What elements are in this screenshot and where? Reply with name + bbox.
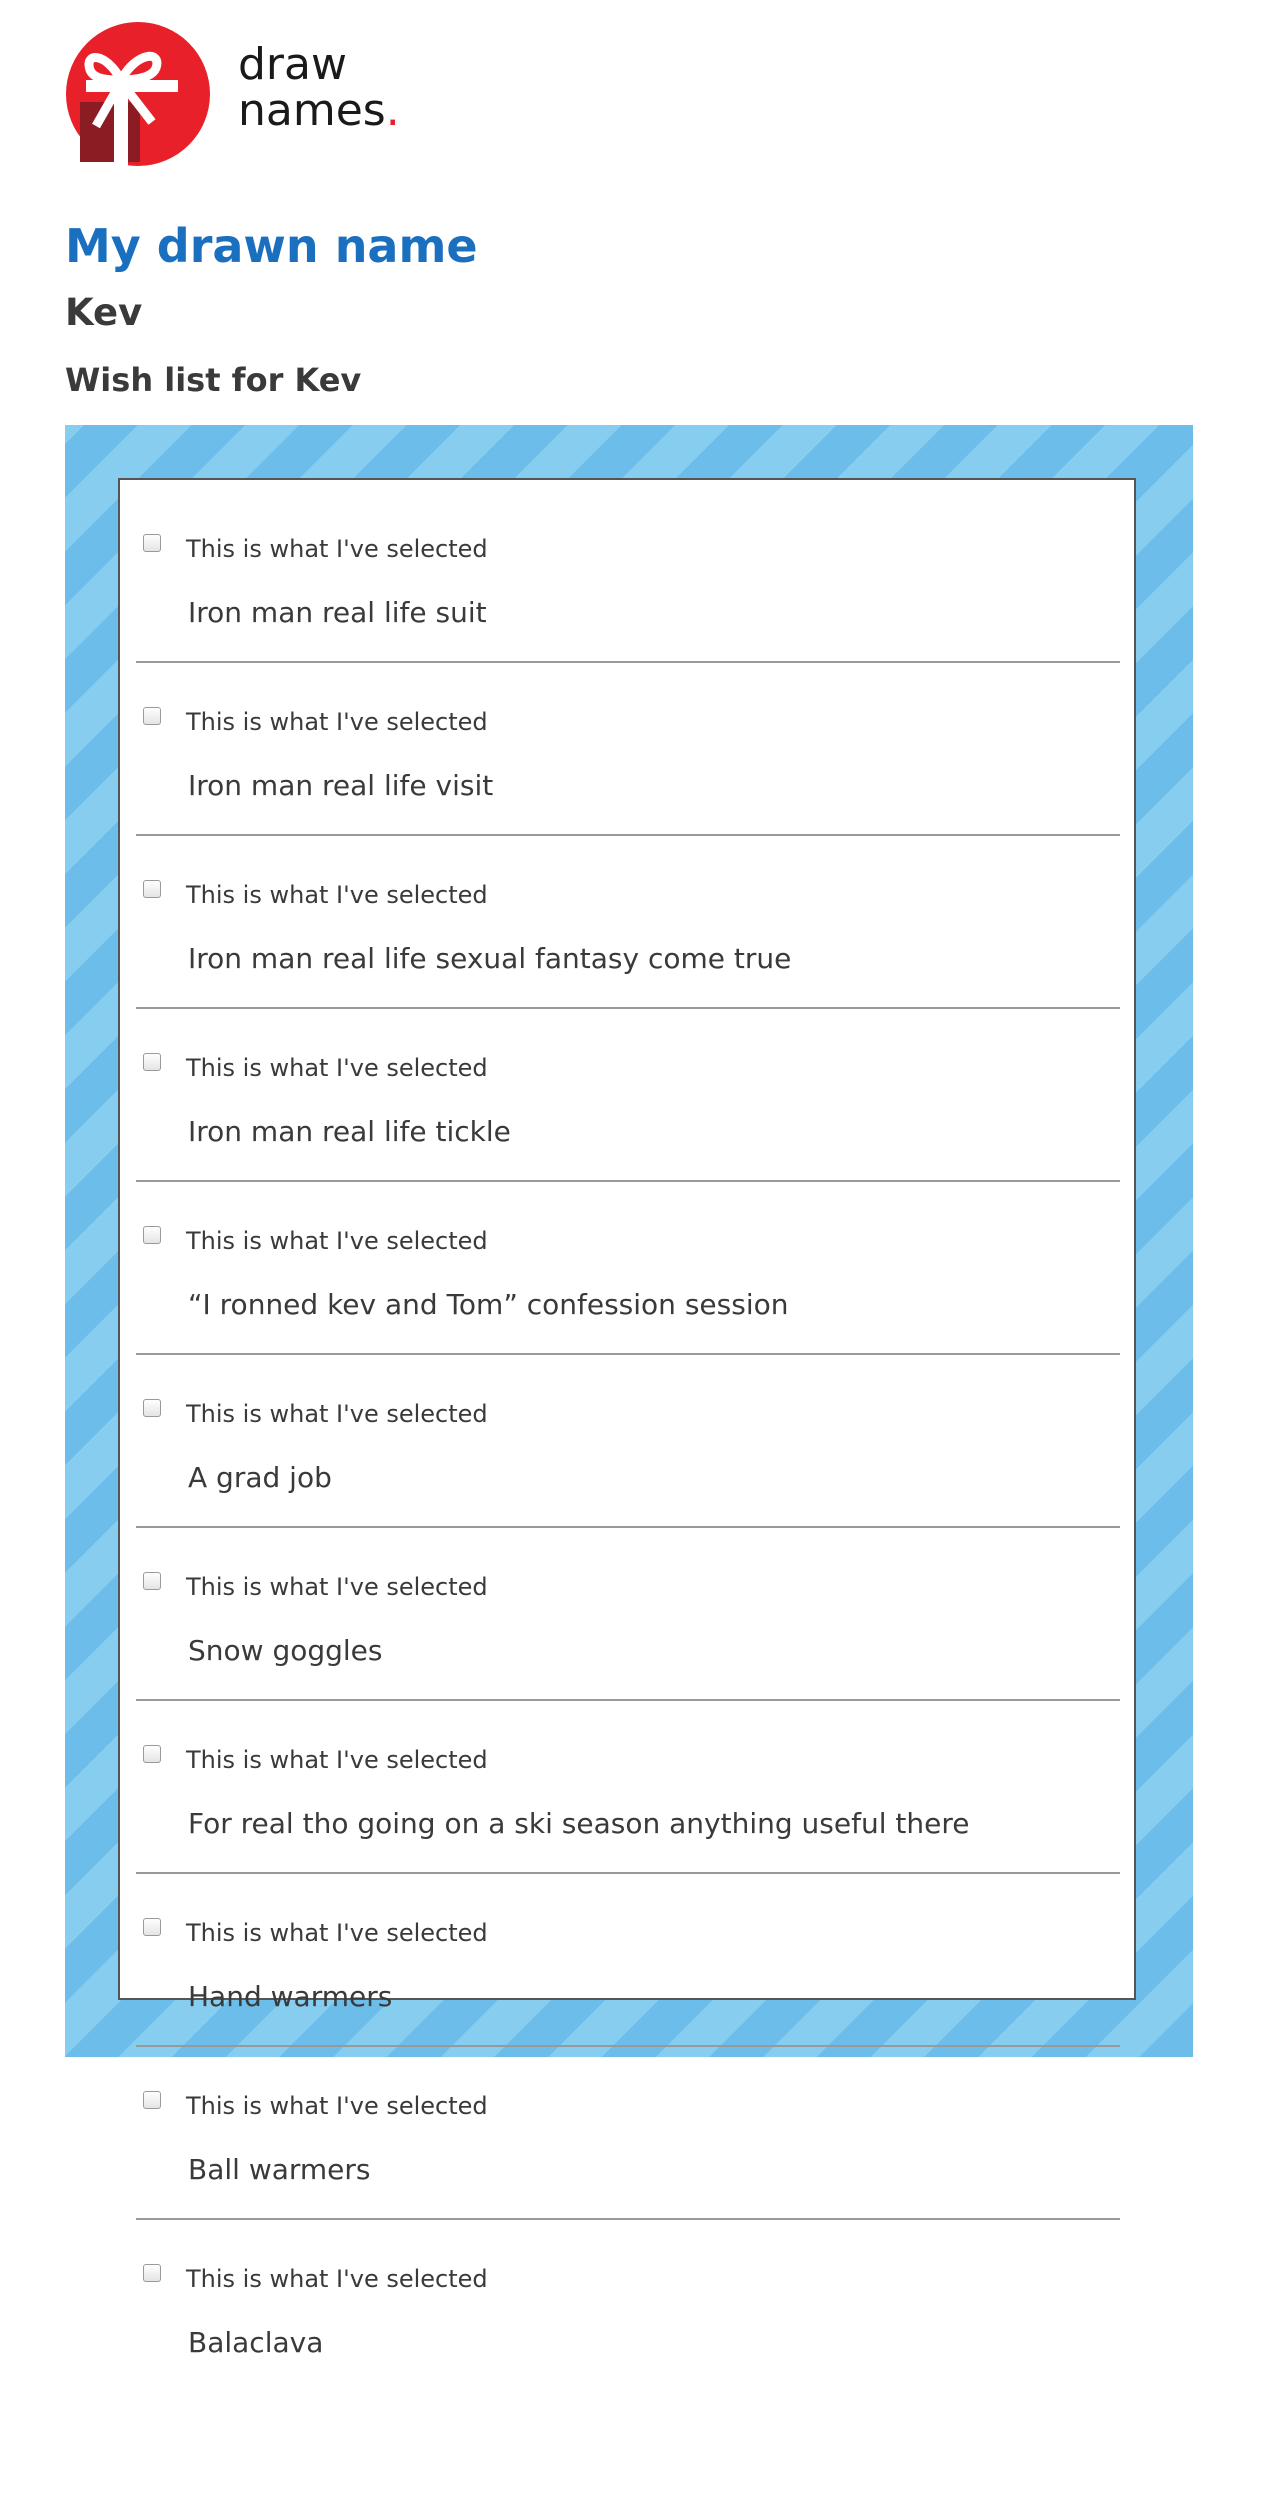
item-text: Iron man real life suit: [188, 596, 487, 629]
item-text: Snow goggles: [188, 1634, 383, 1667]
selected-label[interactable]: This is what I've selected: [186, 534, 488, 564]
selected-label[interactable]: This is what I've selected: [186, 1226, 488, 1256]
wishlist-item: This is what I've selected Hand warmers: [136, 1874, 1120, 2047]
selected-label[interactable]: This is what I've selected: [186, 707, 488, 737]
item-checkbox[interactable]: [143, 707, 161, 725]
logo-line2: names: [238, 85, 386, 136]
wishlist-item: This is what I've selected “I ronned kev…: [136, 1182, 1120, 1355]
wishlist-item: This is what I've selected Ball warmers: [136, 2047, 1120, 2220]
logo-line1: draw: [238, 39, 347, 90]
item-text: Iron man real life tickle: [188, 1115, 511, 1148]
item-checkbox[interactable]: [143, 2091, 161, 2109]
wishlist-item: This is what I've selected Snow goggles: [136, 1528, 1120, 1701]
gift-box-icon: [66, 22, 210, 166]
item-text: Ball warmers: [188, 2153, 371, 2186]
drawnames-logo[interactable]: draw names.: [66, 22, 416, 166]
item-checkbox[interactable]: [143, 1226, 161, 1244]
item-checkbox[interactable]: [143, 1745, 161, 1763]
item-text: Iron man real life visit: [188, 769, 494, 802]
page-title: My drawn name: [65, 219, 478, 273]
wishlist-item: This is what I've selected A grad job: [136, 1355, 1120, 1528]
wishlist-item: This is what I've selected Iron man real…: [136, 836, 1120, 1009]
item-checkbox[interactable]: [143, 1572, 161, 1590]
item-text: “I ronned kev and Tom” confession sessio…: [188, 1288, 789, 1321]
wishlist-item: This is what I've selected Balaclava: [136, 2220, 1120, 2393]
logo-dot: .: [385, 85, 400, 136]
selected-label[interactable]: This is what I've selected: [186, 1572, 488, 1602]
item-text: A grad job: [188, 1461, 332, 1494]
item-checkbox[interactable]: [143, 2264, 161, 2282]
selected-label[interactable]: This is what I've selected: [186, 2264, 488, 2294]
item-checkbox[interactable]: [143, 880, 161, 898]
item-checkbox[interactable]: [143, 534, 161, 552]
item-text: Balaclava: [188, 2326, 324, 2359]
selected-label[interactable]: This is what I've selected: [186, 1053, 488, 1083]
wishlist-item: This is what I've selected Iron man real…: [136, 663, 1120, 836]
selected-label[interactable]: This is what I've selected: [186, 1918, 488, 1948]
item-text: For real tho going on a ski season anyth…: [188, 1807, 970, 1840]
drawn-name: Kev: [65, 291, 143, 334]
item-checkbox[interactable]: [143, 1399, 161, 1417]
item-checkbox[interactable]: [143, 1053, 161, 1071]
selected-label[interactable]: This is what I've selected: [186, 1745, 488, 1775]
item-text: Iron man real life sexual fantasy come t…: [188, 942, 792, 975]
wishlist-item: This is what I've selected For real tho …: [136, 1701, 1120, 1874]
selected-label[interactable]: This is what I've selected: [186, 880, 488, 910]
wishlist-striped-frame: This is what I've selected Iron man real…: [65, 425, 1193, 2359]
logo-wordmark: draw names.: [238, 42, 400, 134]
wishlist-title: Wish list for Kev: [65, 361, 362, 399]
wishlist-item: This is what I've selected Iron man real…: [136, 1009, 1120, 1182]
item-checkbox[interactable]: [143, 1918, 161, 1936]
selected-label[interactable]: This is what I've selected: [186, 1399, 488, 1429]
wishlist-card: This is what I've selected Iron man real…: [118, 478, 1136, 2359]
selected-label[interactable]: This is what I've selected: [186, 2091, 488, 2121]
item-text: Hand warmers: [188, 1980, 393, 2013]
wishlist-item: This is what I've selected Iron man real…: [136, 490, 1120, 663]
